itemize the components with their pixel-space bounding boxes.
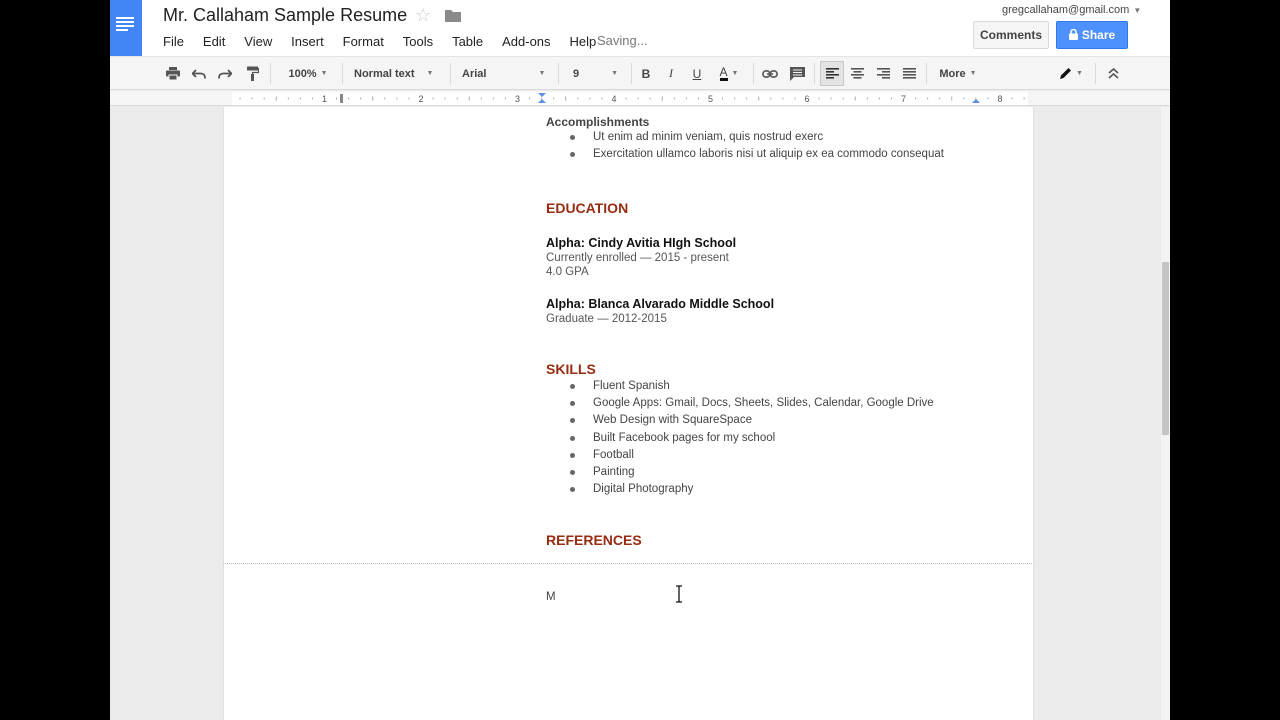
chevron-down-icon: ▼ bbox=[611, 70, 619, 77]
italic-button[interactable]: I bbox=[662, 57, 680, 90]
list-item: Ut enim ad minim veniam, quis nostrud ex… bbox=[569, 129, 944, 146]
align-right-icon[interactable] bbox=[873, 57, 893, 90]
menu-file[interactable]: File bbox=[163, 34, 184, 49]
docs-window: Mr. Callaham Sample Resume ☆ File Edit V… bbox=[110, 0, 1170, 720]
skills-list: Fluent Spanish Google Apps: Gmail, Docs,… bbox=[569, 378, 934, 498]
zoom-select[interactable]: 100% ▼ bbox=[280, 57, 336, 90]
chevron-down-icon: ▼ bbox=[538, 70, 546, 77]
align-left-icon[interactable] bbox=[820, 61, 844, 86]
list-item: Football bbox=[569, 447, 934, 464]
list-item: Built Facebook pages for my school bbox=[569, 430, 934, 447]
comment-icon[interactable] bbox=[787, 57, 807, 90]
more-button[interactable]: More ▼ bbox=[933, 57, 983, 90]
school-name: Alpha: Blanca Alvarado Middle School bbox=[546, 297, 775, 311]
ruler-number: 2 bbox=[418, 94, 423, 104]
link-icon[interactable] bbox=[760, 57, 780, 90]
school-name: Alpha: Cindy Avitia HIgh School bbox=[546, 236, 737, 250]
menu-edit[interactable]: Edit bbox=[203, 34, 225, 49]
accomplishments-list: Ut enim ad minim veniam, quis nostrud ex… bbox=[569, 129, 944, 163]
chevron-down-icon: ▼ bbox=[731, 70, 739, 77]
menu-view[interactable]: View bbox=[244, 34, 272, 49]
text-color-button[interactable]: A ▼ bbox=[712, 57, 746, 90]
folder-icon[interactable] bbox=[445, 9, 461, 22]
font-size-select[interactable]: 9 ▼ bbox=[565, 57, 625, 90]
underline-button[interactable]: U bbox=[688, 57, 706, 90]
user-email: gregcallaham@gmail.com bbox=[1002, 4, 1130, 16]
text-color-icon: A bbox=[719, 65, 728, 81]
justify-icon[interactable] bbox=[899, 57, 919, 90]
chevron-down-icon: ▼ bbox=[1133, 6, 1142, 15]
paragraph-style-select[interactable]: Normal text ▼ bbox=[348, 57, 444, 90]
menu-insert[interactable]: Insert bbox=[291, 34, 324, 49]
education-heading: EDUCATION bbox=[546, 200, 629, 216]
menu-format[interactable]: Format bbox=[343, 34, 384, 49]
list-item: Google Apps: Gmail, Docs, Sheets, Slides… bbox=[569, 395, 934, 412]
share-button[interactable]: Share bbox=[1056, 21, 1128, 49]
school-detail: 4.0 GPA bbox=[546, 266, 589, 278]
toolbar: 100% ▼ Normal text ▼ Arial ▼ 9 ▼ B I U A ▼ bbox=[110, 56, 1170, 90]
save-status: Saving... bbox=[597, 33, 648, 48]
redo-icon[interactable] bbox=[215, 57, 235, 90]
chevron-down-icon: ▼ bbox=[426, 70, 434, 77]
list-item: Fluent Spanish bbox=[569, 378, 934, 395]
scrollbar-thumb[interactable] bbox=[1162, 262, 1169, 435]
skills-heading: SKILLS bbox=[546, 361, 596, 377]
docs-logo-icon[interactable] bbox=[110, 0, 142, 56]
ruler-number: 6 bbox=[804, 94, 809, 104]
accomplishments-heading: Accomplishments bbox=[546, 115, 650, 129]
document-title[interactable]: Mr. Callaham Sample Resume bbox=[163, 5, 407, 26]
list-item: Web Design with SquareSpace bbox=[569, 412, 934, 429]
menu-bar: File Edit View Insert Format Tools Table… bbox=[163, 33, 611, 49]
ruler-number: 7 bbox=[901, 94, 906, 104]
bold-button[interactable]: B bbox=[637, 57, 655, 90]
header: Mr. Callaham Sample Resume ☆ File Edit V… bbox=[110, 0, 1170, 56]
menu-help[interactable]: Help bbox=[569, 34, 596, 49]
comments-button[interactable]: Comments bbox=[973, 21, 1049, 49]
body-text: M bbox=[546, 591, 556, 603]
ruler-number: 3 bbox=[515, 94, 520, 104]
list-item: Painting bbox=[569, 464, 934, 481]
chevron-down-icon: ▼ bbox=[969, 70, 977, 77]
ruler-margin-marker[interactable] bbox=[340, 94, 343, 103]
ruler-number: 4 bbox=[611, 94, 616, 104]
chevron-down-icon: ▼ bbox=[1076, 70, 1083, 77]
align-center-icon[interactable] bbox=[847, 57, 867, 90]
menu-addons[interactable]: Add-ons bbox=[502, 34, 550, 49]
menu-tools[interactable]: Tools bbox=[403, 34, 433, 49]
text-cursor-icon bbox=[676, 585, 682, 603]
account-menu[interactable]: gregcallaham@gmail.com ▼ bbox=[1002, 4, 1141, 16]
list-item: Exercitation ullamco laboris nisi ut ali… bbox=[569, 146, 944, 163]
collapse-toolbar-icon[interactable] bbox=[1103, 57, 1123, 90]
lock-icon bbox=[1068, 28, 1078, 40]
print-icon[interactable] bbox=[163, 57, 183, 90]
school-detail: Currently enrolled — 2015 - present bbox=[546, 252, 729, 264]
menu-table[interactable]: Table bbox=[452, 34, 483, 49]
pencil-icon bbox=[1060, 68, 1072, 79]
undo-icon[interactable] bbox=[189, 57, 209, 90]
ruler-number: 1 bbox=[322, 94, 327, 104]
star-icon[interactable]: ☆ bbox=[415, 5, 431, 26]
scrollbar[interactable] bbox=[1161, 107, 1170, 720]
ruler-number: 5 bbox=[708, 94, 713, 104]
share-label: Share bbox=[1081, 28, 1116, 42]
font-select[interactable]: Arial ▼ bbox=[456, 57, 552, 90]
ruler-number: 8 bbox=[997, 94, 1002, 104]
paint-format-icon[interactable] bbox=[242, 57, 262, 90]
document-page-2[interactable] bbox=[223, 563, 1034, 720]
editing-mode-button[interactable]: ▼ bbox=[1055, 57, 1087, 90]
list-item: Digital Photography bbox=[569, 481, 934, 498]
ruler[interactable]: 1 2 3 4 5 6 7 8 bbox=[110, 91, 1170, 106]
chevron-down-icon: ▼ bbox=[320, 70, 328, 77]
references-heading: REFERENCES bbox=[546, 532, 642, 548]
school-detail: Graduate — 2012-2015 bbox=[546, 313, 667, 325]
